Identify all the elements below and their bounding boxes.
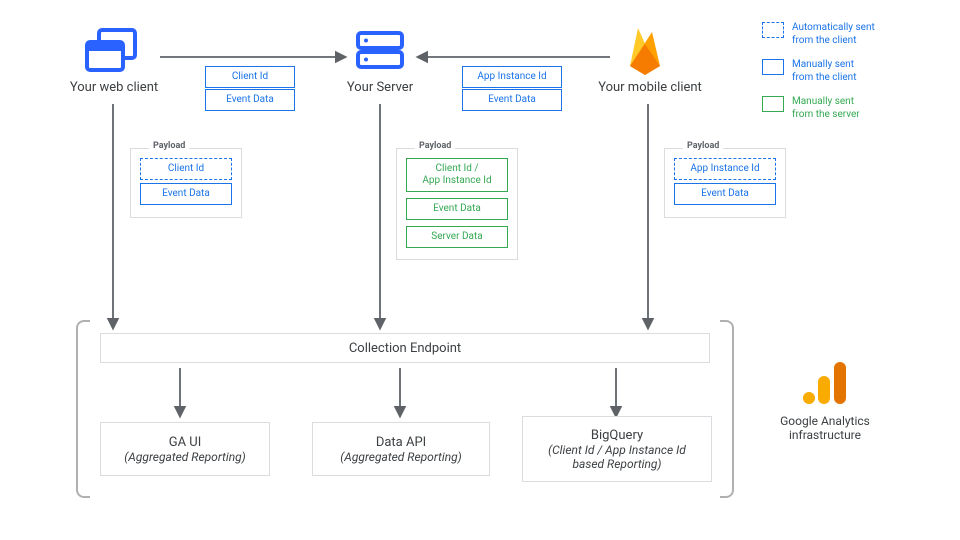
output-ga-ui-sub: (Aggregated Reporting) <box>124 450 245 464</box>
output-bigquery-title: BigQuery <box>591 428 643 443</box>
payload-server-item-2: Server Data <box>406 226 508 248</box>
output-data-api: Data API (Aggregated Reporting) <box>312 422 490 476</box>
legend-row-manual-client: Manually sent from the client <box>762 59 942 84</box>
legend-text-auto: Automatically sent from the client <box>792 22 875 47</box>
payload-web-item-0: Client Id <box>140 158 232 180</box>
collection-endpoint: Collection Endpoint <box>100 333 710 363</box>
flow-mobile-appid: App Instance Id <box>462 66 562 88</box>
output-data-api-sub: (Aggregated Reporting) <box>340 450 461 464</box>
output-ga-ui: GA UI (Aggregated Reporting) <box>100 422 270 476</box>
payload-server-item-0: Client Id / App Instance Id <box>406 158 508 192</box>
payload-server-title: Payload <box>415 141 455 151</box>
legend-swatch-manual-client <box>762 59 784 75</box>
payload-web-title: Payload <box>149 141 189 151</box>
web-client-label: Your web client <box>60 80 168 95</box>
infra-bracket-right <box>720 320 734 498</box>
legend: Automatically sent from the client Manua… <box>762 22 942 133</box>
output-data-api-title: Data API <box>376 435 426 450</box>
google-analytics-icon <box>800 358 848 406</box>
flow-web-eventdata: Event Data <box>205 89 295 111</box>
payload-web-item-1: Event Data <box>140 183 232 205</box>
web-client-icon <box>84 28 142 74</box>
output-bigquery: BigQuery (Client Id / App Instance Id ba… <box>522 416 712 482</box>
legend-text-manual-server: Manually sent from the server <box>792 96 860 121</box>
collection-endpoint-label: Collection Endpoint <box>349 341 461 356</box>
payload-mobile-item-1: Event Data <box>674 183 776 205</box>
ga-infra-label: Google Analytics infrastructure <box>760 414 890 442</box>
legend-row-auto: Automatically sent from the client <box>762 22 942 47</box>
flow-web-clientid: Client Id <box>205 66 295 88</box>
legend-swatch-manual-server <box>762 96 784 112</box>
legend-swatch-auto <box>762 22 784 38</box>
legend-row-manual-server: Manually sent from the server <box>762 96 942 121</box>
mobile-client-label: Your mobile client <box>590 80 710 95</box>
legend-text-manual-client: Manually sent from the client <box>792 59 856 84</box>
payload-mobile-item-0: App Instance Id <box>674 158 776 180</box>
server-label: Your Server <box>330 80 430 95</box>
server-icon <box>354 30 406 72</box>
flow-mobile-eventdata: Event Data <box>462 89 562 111</box>
payload-mobile-title: Payload <box>683 141 723 151</box>
output-bigquery-sub: (Client Id / App Instance Id based Repor… <box>548 443 686 471</box>
infra-bracket-left <box>76 320 90 498</box>
payload-server-item-1: Event Data <box>406 198 508 220</box>
firebase-icon <box>622 22 668 78</box>
output-ga-ui-title: GA UI <box>169 435 202 450</box>
